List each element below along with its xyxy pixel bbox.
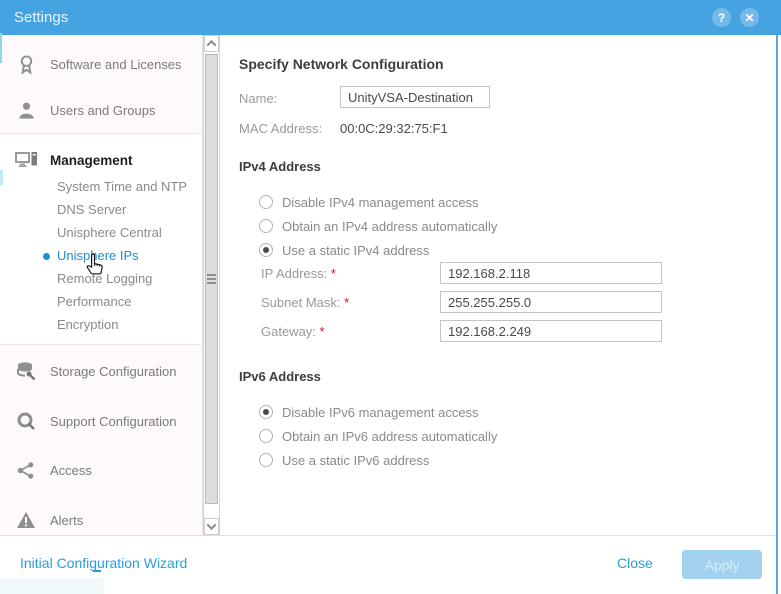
sidebar-item-software-and-licenses[interactable]: Software and Licenses (14, 51, 199, 77)
ip-address-input[interactable] (440, 262, 662, 284)
sidebar-item-label: Users and Groups (50, 103, 156, 118)
sidebar-item-performance[interactable]: Performance (57, 293, 131, 311)
sidebar-item-unisphere-central[interactable]: Unisphere Central (57, 224, 162, 242)
sidebar-item-alerts[interactable]: Alerts (14, 507, 199, 533)
radio-obtain-ipv4-automatically[interactable]: Obtain an IPv4 address automatically (259, 218, 497, 234)
initial-configuration-wizard-link[interactable]: Initial Configuration Wizard (20, 555, 187, 571)
award-icon (14, 53, 38, 75)
page-title: Specify Network Configuration (239, 56, 444, 72)
help-icon[interactable]: ? (712, 8, 731, 27)
storage-icon (14, 361, 38, 381)
sidebar-item-dns-server[interactable]: DNS Server (57, 201, 126, 219)
name-input[interactable] (340, 86, 490, 108)
sidebar-item-label: Support Configuration (50, 414, 176, 429)
background-artifact (93, 570, 101, 572)
sidebar-item-support-configuration[interactable]: Support Configuration (14, 408, 199, 434)
field-label-text: Subnet Mask: (261, 295, 341, 310)
chevron-down-icon (207, 520, 217, 530)
required-marker: * (344, 295, 349, 310)
radio-label: Use a static IPv6 address (282, 453, 429, 468)
background-artifact (0, 33, 2, 63)
dialog-title: Settings (14, 9, 68, 26)
sidebar-item-users-and-groups[interactable]: Users and Groups (14, 97, 199, 123)
sidebar-item-label: Access (50, 463, 92, 478)
apply-button[interactable]: Apply (682, 550, 762, 579)
dialog-titlebar: Settings ? ✕ (0, 0, 781, 35)
field-label-text: IP Address: (261, 266, 327, 281)
settings-sidebar: Software and Licenses Users and Groups M… (0, 35, 203, 535)
dialog-footer: Initial Configuration Wizard Close Apply (0, 535, 778, 594)
gateway-label: Gateway: * (261, 324, 325, 339)
radio-label: Use a static IPv4 address (282, 243, 429, 258)
sidebar-scrollbar[interactable] (203, 35, 220, 535)
titlebar-icons: ? ✕ (712, 8, 767, 27)
sidebar-item-storage-configuration[interactable]: Storage Configuration (14, 358, 199, 384)
radio-label: Obtain an IPv6 address automatically (282, 429, 497, 444)
radio-icon (259, 195, 273, 209)
radio-icon-checked (259, 243, 273, 257)
radio-use-static-ipv6[interactable]: Use a static IPv6 address (259, 452, 429, 468)
radio-label: Obtain an IPv4 address automatically (282, 219, 497, 234)
chevron-up-icon (207, 40, 217, 50)
sidebar-item-system-time-and-ntp[interactable]: System Time and NTP (57, 178, 187, 196)
mac-address-value: 00:0C:29:32:75:F1 (340, 121, 448, 136)
sidebar-item-encryption[interactable]: Encryption (57, 316, 118, 334)
ip-address-label: IP Address: * (261, 266, 336, 281)
mac-address-label: MAC Address: (239, 121, 322, 136)
sidebar-item-label: Unisphere IPs (57, 248, 139, 263)
radio-icon (259, 219, 273, 233)
subnet-mask-input[interactable] (440, 291, 662, 313)
alert-icon (14, 511, 38, 529)
support-icon (14, 411, 38, 431)
scrollbar-thumb[interactable] (205, 54, 218, 504)
radio-obtain-ipv6-automatically[interactable]: Obtain an IPv6 address automatically (259, 428, 497, 444)
close-icon[interactable]: ✕ (740, 8, 759, 27)
dialog-right-edge (776, 35, 778, 594)
sidebar-item-label: Alerts (50, 513, 83, 528)
sidebar-item-management[interactable]: Management (14, 147, 199, 173)
radio-label: Disable IPv6 management access (282, 405, 479, 420)
scroll-up-button[interactable] (204, 35, 219, 52)
gateway-input[interactable] (440, 320, 662, 342)
sidebar-item-access[interactable]: Access (14, 457, 199, 483)
scrollbar-grip-icon (207, 274, 216, 286)
field-label-text: Gateway: (261, 324, 316, 339)
sidebar-item-label: Management (50, 153, 133, 168)
name-label: Name: (239, 91, 277, 106)
close-button[interactable]: Close (617, 555, 653, 571)
network-configuration-panel: Specify Network Configuration Name: MAC … (220, 35, 776, 535)
sidebar-item-label: Software and Licenses (50, 57, 182, 72)
background-artifact (0, 170, 3, 185)
radio-icon-checked (259, 405, 273, 419)
scroll-down-button[interactable] (204, 518, 219, 535)
radio-icon (259, 453, 273, 467)
computer-icon (14, 151, 38, 169)
sidebar-item-unisphere-ips[interactable]: Unisphere IPs (57, 247, 139, 265)
background-artifact (0, 578, 104, 594)
ipv6-section-heading: IPv6 Address (239, 369, 321, 384)
radio-use-static-ipv4[interactable]: Use a static IPv4 address (259, 242, 429, 258)
required-marker: * (331, 266, 336, 281)
ipv4-section-heading: IPv4 Address (239, 159, 321, 174)
sidebar-item-remote-logging[interactable]: Remote Logging (57, 270, 152, 288)
radio-disable-ipv4[interactable]: Disable IPv4 management access (259, 194, 479, 210)
radio-icon (259, 429, 273, 443)
radio-disable-ipv6[interactable]: Disable IPv6 management access (259, 404, 479, 420)
radio-label: Disable IPv4 management access (282, 195, 479, 210)
sidebar-item-label: Storage Configuration (50, 364, 176, 379)
settings-dialog: { "titlebar": { "title": "Settings", "he… (0, 0, 781, 594)
subnet-mask-label: Subnet Mask: * (261, 295, 349, 310)
users-icon (14, 101, 38, 120)
share-icon (14, 461, 38, 480)
selected-bullet (43, 253, 50, 260)
required-marker: * (320, 324, 325, 339)
